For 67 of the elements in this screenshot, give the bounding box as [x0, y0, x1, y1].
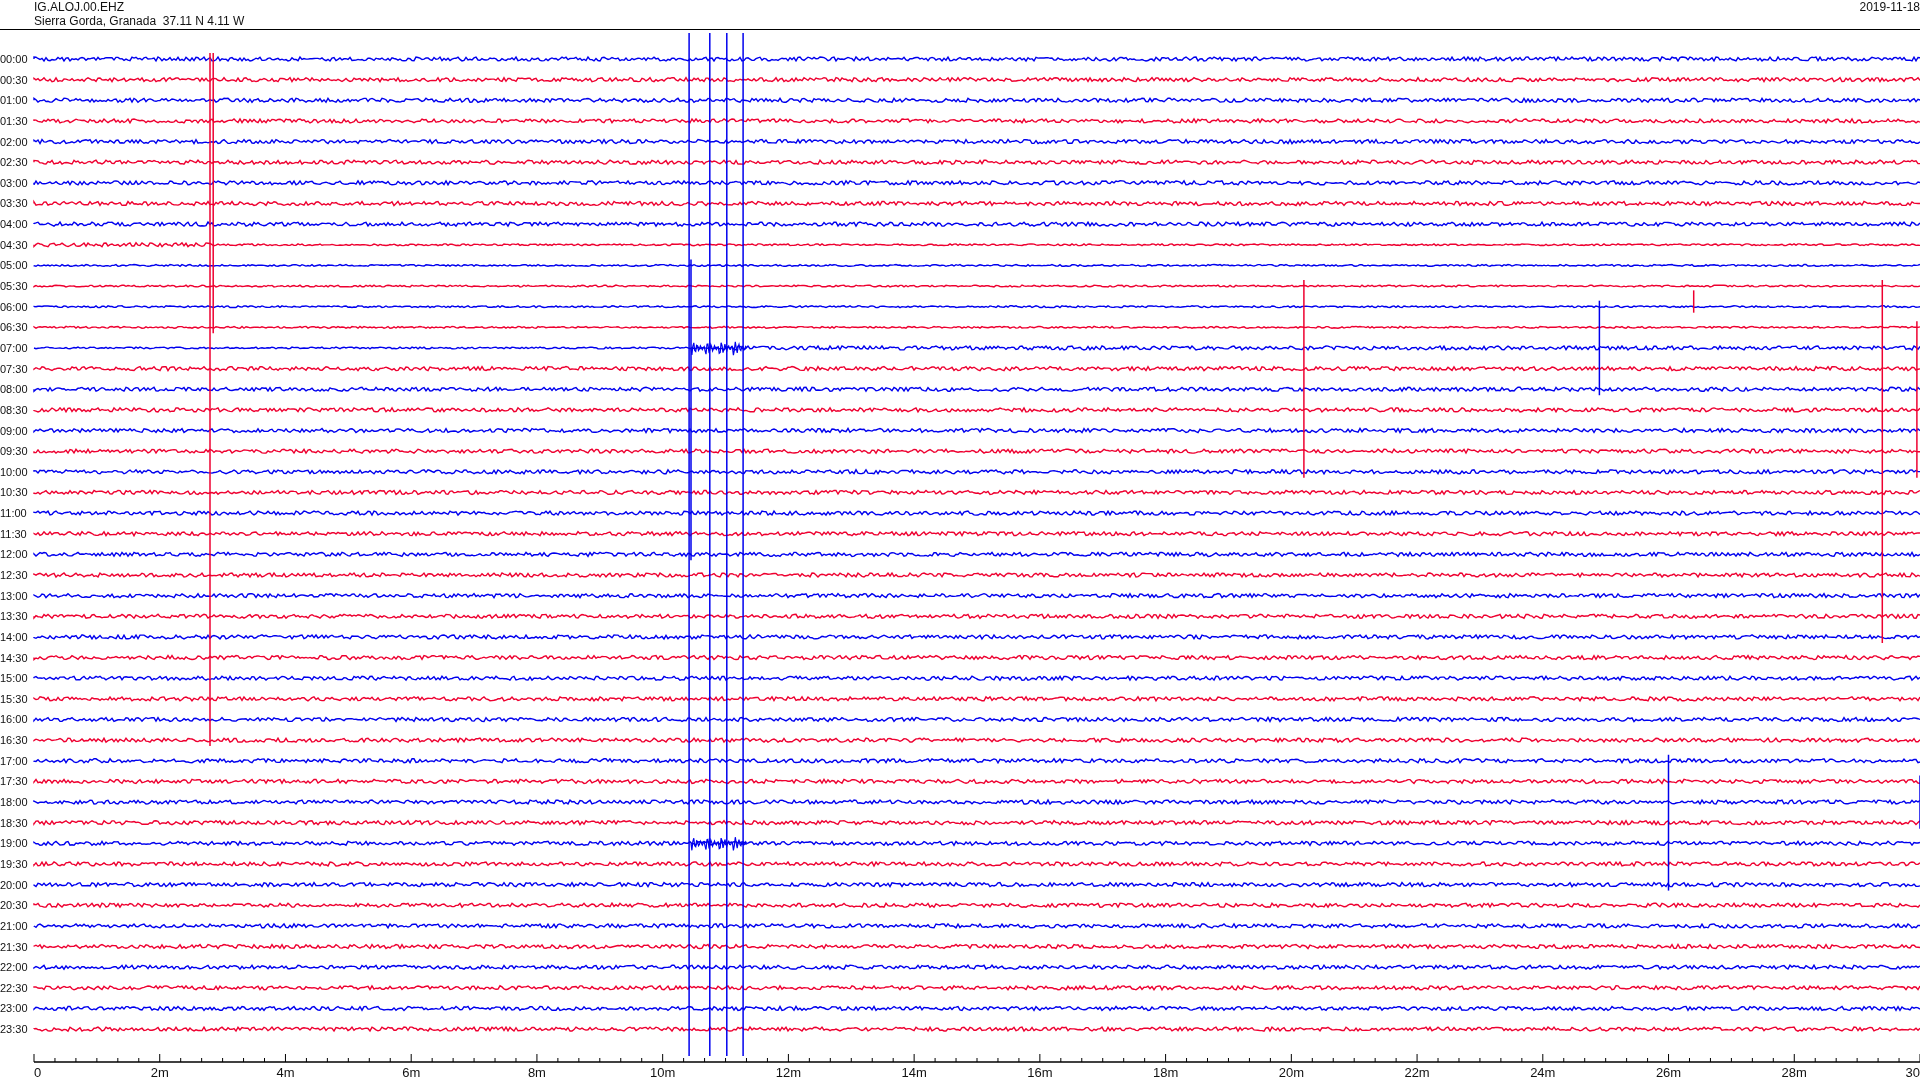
- row-time-label: 08:30: [0, 403, 28, 416]
- row-time-label: 21:30: [0, 940, 28, 953]
- axis-tick-label: 26m: [1655, 1065, 1682, 1078]
- axis-tick-label: 20m: [1278, 1065, 1304, 1078]
- row-time-label: 11:00: [0, 507, 27, 520]
- row-time-label: 10:00: [0, 465, 28, 478]
- row-time-label: 20:00: [0, 878, 28, 891]
- row-time-label: 09:00: [0, 424, 28, 437]
- row-time-label: 09:30: [0, 445, 28, 458]
- plot-date: 2019-11-18: [1859, 0, 1920, 14]
- row-time-label: 16:00: [0, 713, 28, 726]
- row-time-label: 03:30: [0, 197, 28, 210]
- row-time-label: 02:30: [0, 156, 28, 169]
- axis-tick-label: 18m: [1152, 1065, 1179, 1078]
- axis-tick-label: 12m: [775, 1065, 802, 1078]
- row-time-label: 15:00: [0, 672, 28, 685]
- row-time-label: 03:00: [0, 176, 28, 189]
- axis-tick-label: 16m: [1027, 1065, 1053, 1078]
- row-time-label: 18:00: [0, 796, 28, 809]
- row-time-label: 06:30: [0, 321, 28, 334]
- row-time-label: 17:00: [0, 754, 28, 767]
- row-time-label: 12:00: [0, 548, 28, 561]
- row-time-label: 22:00: [0, 961, 28, 974]
- row-time-label: 19:00: [0, 837, 28, 850]
- row-time-label: 04:30: [0, 238, 28, 251]
- row-time-label: 00:30: [0, 73, 28, 86]
- row-time-label: 05:00: [0, 259, 28, 272]
- row-time-label: 13:00: [0, 589, 28, 602]
- row-time-label: 12:30: [0, 569, 28, 581]
- row-time-label: 15:30: [0, 692, 28, 705]
- row-time-label: 23:00: [0, 1002, 28, 1015]
- row-time-label: 02:00: [0, 135, 28, 148]
- row-time-label: 07:00: [0, 341, 28, 354]
- axis-tick-label: 8m: [527, 1065, 546, 1078]
- row-time-label: 06:00: [0, 300, 28, 313]
- row-time-label: 07:30: [0, 362, 28, 375]
- row-time-label: 22:30: [0, 981, 28, 994]
- row-time-label: 14:00: [0, 630, 28, 643]
- row-time-label: 19:30: [0, 857, 28, 870]
- row-time-label: 01:30: [0, 114, 28, 127]
- axis-tick-label: 24m: [1530, 1065, 1556, 1078]
- row-time-label: 17:30: [0, 775, 28, 788]
- row-time-label: 20:30: [0, 899, 28, 912]
- row-time-label: 23:30: [0, 1023, 28, 1036]
- station-location: Sierra Gorda, Granada 37.11 N 4.11 W: [34, 14, 245, 28]
- row-time-label: 08:00: [0, 383, 28, 396]
- axis-tick-label: 28m: [1781, 1065, 1807, 1078]
- axis-tick-label: 6m: [402, 1065, 421, 1078]
- row-time-label: 10:30: [0, 486, 28, 499]
- row-time-label: 16:30: [0, 734, 28, 747]
- row-time-label: 00:00: [0, 53, 28, 65]
- axis-tick-label: 4m: [276, 1065, 295, 1078]
- row-time-label: 13:30: [0, 610, 28, 623]
- axis-tick-label: 22m: [1404, 1065, 1430, 1078]
- station-code: IG.ALOJ.00.EHZ: [34, 0, 126, 14]
- row-time-label: 14:30: [0, 651, 28, 664]
- row-time-label: 04:00: [0, 218, 28, 231]
- row-time-label: 18:30: [0, 816, 28, 829]
- axis-tick-label: 10m: [650, 1065, 676, 1078]
- axis-tick-label: 0: [34, 1065, 42, 1078]
- row-time-label: 21:00: [0, 919, 28, 932]
- row-time-label: 01:00: [0, 94, 28, 107]
- row-time-label: 05:30: [0, 280, 28, 293]
- axis-tick-label: 30: [1905, 1065, 1920, 1078]
- axis-tick-label: 2m: [150, 1065, 169, 1078]
- row-time-label: 11:30: [0, 527, 27, 540]
- axis-tick-label: 14m: [901, 1065, 927, 1078]
